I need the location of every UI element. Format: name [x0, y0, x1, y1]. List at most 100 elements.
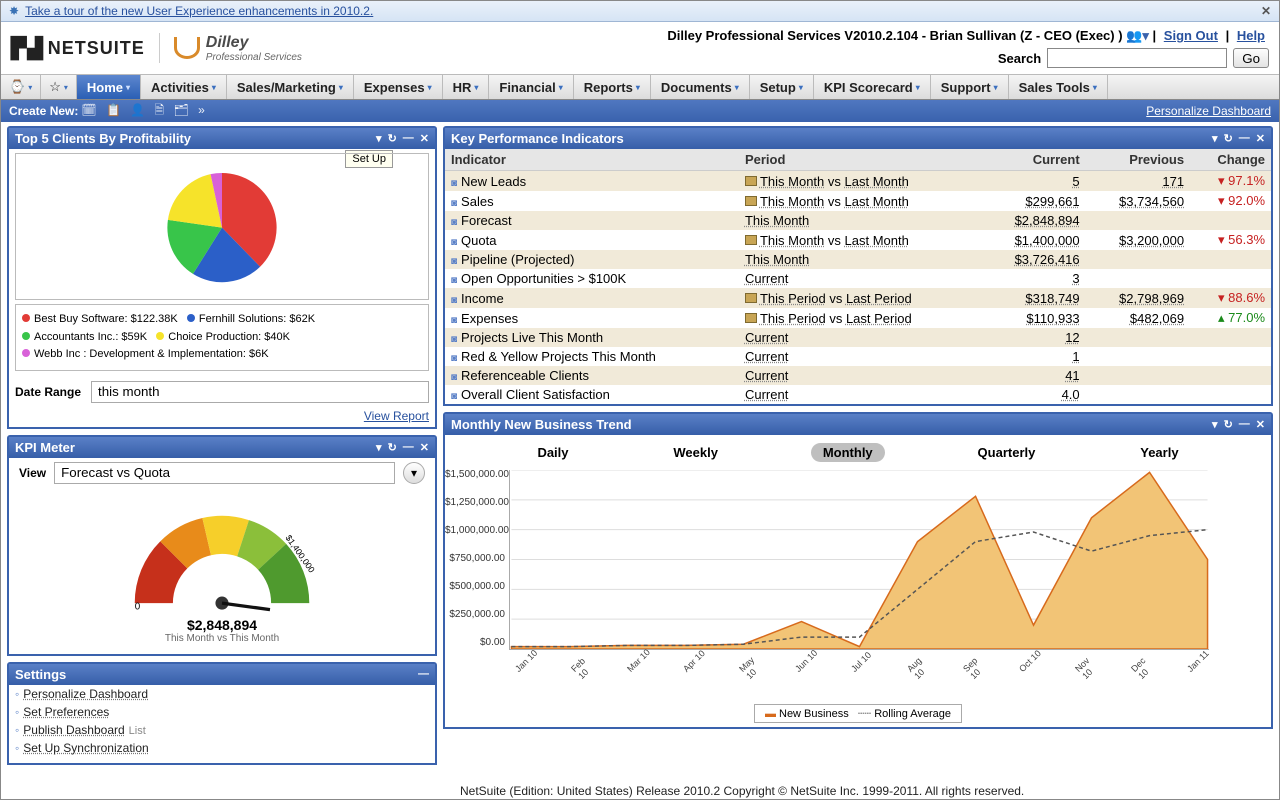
new-event-icon[interactable]: 🗓 [81, 103, 96, 117]
nav-hr[interactable]: HR ▾ [443, 75, 490, 99]
personalize-dashboard-link[interactable]: Personalize Dashboard [1146, 104, 1271, 118]
dropdown-icon[interactable]: ▾ [1212, 132, 1218, 145]
tour-bar: ✸ Take a tour of the new User Experience… [1, 1, 1279, 22]
trend-tab-quarterly[interactable]: Quarterly [966, 443, 1048, 462]
portlet-kpi-meter: KPI Meter ▾ ↻ — ✕ View ▾ [7, 435, 437, 656]
kpi-row: ◙SalesThis Month vs Last Month$299,661$3… [445, 191, 1271, 211]
trend-tab-weekly[interactable]: Weekly [661, 443, 730, 462]
search-label: Search [998, 51, 1041, 66]
dashboard-content: Top 5 Clients By Profitability ▾ ↻ — ✕ S… [1, 122, 1279, 769]
row-refresh-icon[interactable]: ◙ [451, 178, 457, 189]
create-new-bar: Create New: 🗓 📋 👤 🗎 🗂 » Personalize Dash… [1, 100, 1279, 122]
dropdown-icon[interactable]: ▾ [376, 132, 382, 145]
portlet-kpi: Key Performance Indicators ▾ ↻ — ✕ Indic… [443, 126, 1273, 406]
minimize-icon[interactable]: — [1239, 418, 1250, 431]
help-link[interactable]: Help [1237, 28, 1265, 43]
row-refresh-icon[interactable]: ◙ [451, 372, 457, 383]
trend-tab-monthly[interactable]: Monthly [811, 443, 885, 462]
nav-documents[interactable]: Documents ▾ [651, 75, 750, 99]
kpi-row: ◙Referenceable ClientsCurrent41 [445, 366, 1271, 385]
close-portlet-icon[interactable]: ✕ [1256, 132, 1265, 145]
row-refresh-icon[interactable]: ◙ [451, 256, 457, 267]
nav-sales-tools[interactable]: Sales Tools ▾ [1009, 75, 1108, 99]
new-task-icon[interactable]: 📋 [106, 103, 121, 117]
close-portlet-icon[interactable]: ✕ [420, 132, 429, 145]
nav-financial[interactable]: Financial ▾ [489, 75, 573, 99]
more-icon[interactable]: » [198, 103, 205, 117]
kpi-row: ◙IncomeThis Period vs Last Period$318,74… [445, 288, 1271, 308]
refresh-icon[interactable]: ↻ [1224, 418, 1233, 431]
spark-icon[interactable] [745, 293, 757, 303]
favorites-menu[interactable]: ☆▾ [41, 75, 77, 99]
col-change: Change [1190, 149, 1271, 171]
dropdown-icon[interactable]: ▾ [1212, 418, 1218, 431]
settings-item[interactable]: Set Up Synchronization [23, 741, 148, 755]
spark-icon[interactable] [745, 176, 757, 186]
close-icon[interactable]: ✕ [1261, 4, 1271, 18]
refresh-icon[interactable]: ↻ [1224, 132, 1233, 145]
main-nav: ⌚▾ ☆▾ Home ▾Activities ▾Sales/Marketing … [1, 74, 1279, 100]
sign-out-link[interactable]: Sign Out [1164, 28, 1218, 43]
kpi-row: ◙ExpensesThis Period vs Last Period$110,… [445, 308, 1271, 328]
settings-item[interactable]: Set Preferences [23, 705, 109, 719]
row-refresh-icon[interactable]: ◙ [451, 198, 457, 209]
portlet-title: Monthly New Business Trend [451, 417, 632, 432]
portlet-settings: Settings — ◦Personalize Dashboard◦Set Pr… [7, 662, 437, 765]
settings-item[interactable]: Personalize Dashboard [23, 687, 148, 701]
col-indicator: Indicator [445, 149, 739, 171]
view-dropdown-button[interactable]: ▾ [403, 462, 425, 484]
date-range-input[interactable] [91, 381, 429, 403]
new-doc-icon[interactable]: 🗎 [155, 103, 165, 117]
trend-tab-daily[interactable]: Daily [525, 443, 580, 462]
row-refresh-icon[interactable]: ◙ [451, 353, 457, 364]
trend-tab-yearly[interactable]: Yearly [1128, 443, 1190, 462]
new-contact-icon[interactable]: 👤 [130, 103, 145, 117]
search-input[interactable] [1047, 48, 1227, 68]
view-input[interactable] [54, 462, 395, 484]
row-refresh-icon[interactable]: ◙ [451, 295, 457, 306]
close-portlet-icon[interactable]: ✕ [420, 441, 429, 454]
history-menu[interactable]: ⌚▾ [1, 75, 41, 99]
create-new-label: Create New: [9, 104, 78, 118]
view-label: View [19, 466, 46, 480]
new-other-icon[interactable]: 🗂 [174, 103, 189, 117]
kpi-row: ◙QuotaThis Month vs Last Month$1,400,000… [445, 230, 1271, 250]
row-refresh-icon[interactable]: ◙ [451, 237, 457, 248]
footer: NetSuite (Edition: United States) Releas… [460, 784, 1270, 798]
row-refresh-icon[interactable]: ◙ [451, 217, 457, 228]
nav-activities[interactable]: Activities ▾ [141, 75, 227, 99]
row-refresh-icon[interactable]: ◙ [451, 315, 457, 326]
minimize-icon[interactable]: — [403, 441, 414, 454]
settings-item[interactable]: Publish Dashboard [23, 723, 124, 737]
pie-chart [15, 153, 429, 300]
go-button[interactable]: Go [1233, 48, 1269, 68]
nav-kpi-scorecard[interactable]: KPI Scorecard ▾ [814, 75, 931, 99]
nav-support[interactable]: Support ▾ [931, 75, 1009, 99]
row-refresh-icon[interactable]: ◙ [451, 334, 457, 345]
tour-link[interactable]: Take a tour of the new User Experience e… [25, 4, 373, 18]
nav-reports[interactable]: Reports ▾ [574, 75, 651, 99]
nav-expenses[interactable]: Expenses ▾ [354, 75, 443, 99]
spark-icon[interactable] [745, 196, 757, 206]
col-current: Current [981, 149, 1085, 171]
nav-sales-marketing[interactable]: Sales/Marketing ▾ [227, 75, 354, 99]
close-portlet-icon[interactable]: ✕ [1256, 418, 1265, 431]
row-refresh-icon[interactable]: ◙ [451, 391, 457, 402]
role-switch-icon[interactable]: 👥▾ [1126, 28, 1149, 43]
netsuite-text: NETSUITE [48, 38, 145, 59]
portlet-title: Settings [15, 667, 66, 682]
refresh-icon[interactable]: ↻ [388, 441, 397, 454]
netsuite-logo: ▛▟ NETSUITE [11, 36, 145, 61]
minimize-icon[interactable]: — [403, 132, 414, 145]
minimize-icon[interactable]: — [418, 668, 429, 680]
dropdown-icon[interactable]: ▾ [376, 441, 382, 454]
nav-home[interactable]: Home ▾ [77, 75, 141, 99]
spark-icon[interactable] [745, 313, 757, 323]
view-report-link[interactable]: View Report [364, 409, 429, 423]
row-refresh-icon[interactable]: ◙ [451, 275, 457, 286]
nav-setup[interactable]: Setup ▾ [750, 75, 814, 99]
minimize-icon[interactable]: — [1239, 132, 1250, 145]
portlet-title: KPI Meter [15, 440, 75, 455]
spark-icon[interactable] [745, 235, 757, 245]
refresh-icon[interactable]: ↻ [388, 132, 397, 145]
